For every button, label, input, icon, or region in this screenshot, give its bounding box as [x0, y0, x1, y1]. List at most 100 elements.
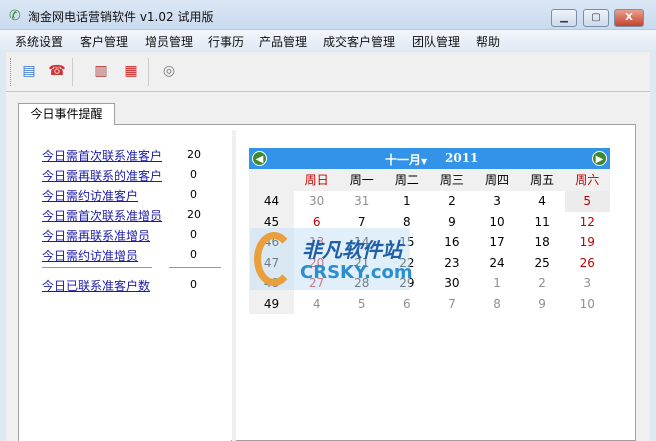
calendar-day[interactable]: 1	[384, 191, 429, 212]
reports-icon[interactable]: ▥	[90, 60, 112, 82]
calendar-day[interactable]: 22	[384, 253, 429, 274]
camera-icon[interactable]: ◎	[158, 60, 180, 82]
total-contacted-link[interactable]: 今日已联系准客户数	[42, 277, 150, 294]
minimize-button[interactable]: ▁	[551, 9, 577, 27]
calendar-day[interactable]: 6	[384, 294, 429, 315]
calendar-day[interactable]: 31	[339, 191, 384, 212]
reminder-link[interactable]: 今日需首次联系准增员	[42, 207, 162, 224]
calendar: ◀ 十一月▼ 2011 ▶ 周日 周一 周二 周三 周四 周五 周六 44 30 31 1 2 3 4 5 4…	[249, 148, 610, 314]
calendar-day[interactable]: 12	[565, 212, 610, 233]
reminder-count: 20	[187, 208, 201, 221]
calendar-day[interactable]: 15	[384, 232, 429, 253]
calendar-day[interactable]: 25	[520, 253, 565, 274]
calendar-day[interactable]: 3	[474, 191, 519, 212]
calendar-day[interactable]: 30	[429, 273, 474, 294]
weekday-header: 周六	[564, 169, 610, 191]
menu-bar: 系统设置 客户管理 增员管理 行事历 产品管理 成交客户管理 团队管理 帮助	[0, 30, 656, 52]
toolbar: ▤ ☎ ▥ ▦ ◎	[6, 52, 650, 92]
weekday-corner	[249, 169, 295, 191]
calendar-day[interactable]: 4	[294, 294, 339, 315]
calendar-grid: 周日 周一 周二 周三 周四 周五 周六 44 30 31 1 2 3 4 5 45 6 7 8 9 10 11 12 46 1…	[249, 169, 610, 314]
calendar-icon[interactable]: ▦	[120, 60, 142, 82]
divider-line	[42, 267, 152, 268]
calendar-day[interactable]: 30	[294, 191, 339, 212]
calendar-day[interactable]: 16	[429, 232, 474, 253]
call-contact-icon[interactable]: ☎	[46, 60, 68, 82]
weekday-header: 周三	[429, 169, 475, 191]
reminder-count: 20	[187, 148, 201, 161]
year-label[interactable]: 2011	[445, 151, 478, 165]
calendar-day[interactable]: 6	[294, 212, 339, 233]
week-number: 48	[249, 273, 295, 294]
title-bar: ✆ 淘金网电话营销软件 v1.02 试用版 ▁ ▢ X	[0, 0, 656, 30]
menu-system-settings[interactable]: 系统设置	[15, 33, 63, 50]
week-number: 45	[249, 211, 295, 232]
calendar-day[interactable]: 8	[384, 212, 429, 233]
menu-closed-customers[interactable]: 成交客户管理	[323, 33, 395, 50]
reminders-list: 今日需首次联系准客户 20 今日需再联系的准客户 0 今日需约访准客户 0 今日需首次…	[19, 125, 231, 441]
calendar-day[interactable]: 9	[429, 212, 474, 233]
menu-calendar[interactable]: 行事历	[208, 33, 244, 50]
reminder-link[interactable]: 今日需首次联系准客户	[42, 147, 162, 164]
weekday-header: 周四	[474, 169, 520, 191]
close-button[interactable]: X	[614, 9, 644, 27]
menu-team-management[interactable]: 团队管理	[412, 33, 460, 50]
calendar-day[interactable]: 19	[565, 232, 610, 253]
calendar-day[interactable]: 21	[339, 253, 384, 274]
maximize-button[interactable]: ▢	[583, 9, 609, 27]
calendar-day[interactable]: 1	[474, 273, 519, 294]
calendar-day[interactable]: 28	[339, 273, 384, 294]
phone-app-icon: ✆	[9, 8, 21, 24]
panel-splitter[interactable]	[232, 130, 236, 441]
calendar-day[interactable]: 2	[520, 273, 565, 294]
weekday-header: 周五	[519, 169, 565, 191]
chevron-down-icon: ▼	[421, 156, 428, 166]
menu-recruit-management[interactable]: 增员管理	[145, 33, 193, 50]
menu-customer-management[interactable]: 客户管理	[80, 33, 128, 50]
calendar-day[interactable]: 24	[474, 253, 519, 274]
weekday-header: 周日	[294, 169, 340, 191]
toolbar-grip[interactable]	[10, 58, 12, 86]
month-dropdown[interactable]: 十一月▼	[385, 151, 427, 168]
tab-today-reminders[interactable]: 今日事件提醒	[18, 103, 115, 125]
calendar-day[interactable]: 18	[520, 232, 565, 253]
calendar-day[interactable]: 29	[384, 273, 429, 294]
week-number: 46	[249, 232, 295, 253]
calendar-day[interactable]: 26	[565, 253, 610, 274]
next-month-icon[interactable]: ▶	[592, 151, 607, 166]
calendar-day[interactable]: 8	[474, 294, 519, 315]
calendar-day[interactable]: 4	[520, 191, 565, 212]
window-title: 淘金网电话营销软件 v1.02 试用版	[28, 10, 214, 24]
calendar-day[interactable]: 9	[520, 294, 565, 315]
reminder-link[interactable]: 今日需约访准增员	[42, 247, 138, 264]
reminder-count: 0	[190, 188, 197, 201]
reminder-link[interactable]: 今日需再联系的准客户	[42, 167, 162, 184]
month-label: 十一月	[385, 153, 422, 167]
calendar-day[interactable]: 3	[565, 273, 610, 294]
prev-month-icon[interactable]: ◀	[252, 151, 267, 166]
calendar-day[interactable]: 13	[294, 232, 339, 253]
customer-card-icon[interactable]: ▤	[18, 60, 40, 82]
calendar-day[interactable]: 2	[429, 191, 474, 212]
calendar-day[interactable]: 7	[429, 294, 474, 315]
calendar-day[interactable]: 10	[565, 294, 610, 315]
calendar-day[interactable]: 10	[474, 212, 519, 233]
calendar-day[interactable]: 27	[294, 273, 339, 294]
weekday-header: 周二	[384, 169, 430, 191]
calendar-day[interactable]: 7	[339, 212, 384, 233]
calendar-day[interactable]: 5	[564, 191, 610, 212]
reminder-count: 0	[190, 168, 197, 181]
menu-product-management[interactable]: 产品管理	[259, 33, 307, 50]
reminder-link[interactable]: 今日需再联系准增员	[42, 227, 150, 244]
calendar-day[interactable]: 23	[429, 253, 474, 274]
calendar-day[interactable]: 20	[294, 253, 339, 274]
calendar-day[interactable]: 11	[520, 212, 565, 233]
calendar-day[interactable]: 17	[474, 232, 519, 253]
reminder-link[interactable]: 今日需约访准客户	[42, 187, 138, 204]
week-number: 44	[249, 191, 295, 212]
menu-help[interactable]: 帮助	[476, 33, 500, 50]
reminder-count: 0	[190, 248, 197, 261]
calendar-day[interactable]: 14	[339, 232, 384, 253]
divider-line	[169, 267, 221, 268]
calendar-day[interactable]: 5	[339, 294, 384, 315]
